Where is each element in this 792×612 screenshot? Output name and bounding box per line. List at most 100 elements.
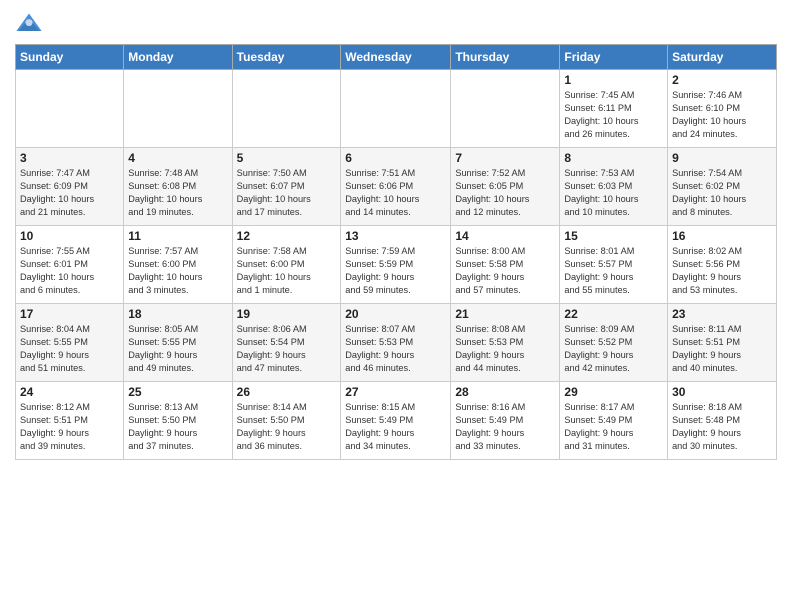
day-number: 8 bbox=[564, 151, 663, 165]
day-cell bbox=[232, 70, 341, 148]
day-info: Sunrise: 8:09 AM Sunset: 5:52 PM Dayligh… bbox=[564, 323, 663, 375]
day-number: 20 bbox=[345, 307, 446, 321]
weekday-header-row: SundayMondayTuesdayWednesdayThursdayFrid… bbox=[16, 45, 777, 70]
day-number: 3 bbox=[20, 151, 119, 165]
day-cell bbox=[16, 70, 124, 148]
day-number: 10 bbox=[20, 229, 119, 243]
day-number: 17 bbox=[20, 307, 119, 321]
day-info: Sunrise: 8:02 AM Sunset: 5:56 PM Dayligh… bbox=[672, 245, 772, 297]
day-info: Sunrise: 8:17 AM Sunset: 5:49 PM Dayligh… bbox=[564, 401, 663, 453]
day-info: Sunrise: 8:05 AM Sunset: 5:55 PM Dayligh… bbox=[128, 323, 227, 375]
day-cell: 6 Sunrise: 7:51 AM Sunset: 6:06 PM Daylig… bbox=[341, 148, 451, 226]
day-cell: 8 Sunrise: 7:53 AM Sunset: 6:03 PM Daylig… bbox=[560, 148, 668, 226]
day-info: Sunrise: 8:18 AM Sunset: 5:48 PM Dayligh… bbox=[672, 401, 772, 453]
day-cell: 3 Sunrise: 7:47 AM Sunset: 6:09 PM Daylig… bbox=[16, 148, 124, 226]
day-cell: 21 Sunrise: 8:08 AM Sunset: 5:53 PM Dayli… bbox=[451, 304, 560, 382]
day-number: 16 bbox=[672, 229, 772, 243]
weekday-header-friday: Friday bbox=[560, 45, 668, 70]
day-number: 7 bbox=[455, 151, 555, 165]
day-number: 30 bbox=[672, 385, 772, 399]
weekday-header-saturday: Saturday bbox=[668, 45, 777, 70]
weekday-header-monday: Monday bbox=[124, 45, 232, 70]
day-info: Sunrise: 7:47 AM Sunset: 6:09 PM Dayligh… bbox=[20, 167, 119, 219]
day-cell: 19 Sunrise: 8:06 AM Sunset: 5:54 PM Dayli… bbox=[232, 304, 341, 382]
day-cell: 26 Sunrise: 8:14 AM Sunset: 5:50 PM Dayli… bbox=[232, 382, 341, 460]
day-number: 14 bbox=[455, 229, 555, 243]
day-info: Sunrise: 8:14 AM Sunset: 5:50 PM Dayligh… bbox=[237, 401, 337, 453]
day-number: 26 bbox=[237, 385, 337, 399]
day-cell: 18 Sunrise: 8:05 AM Sunset: 5:55 PM Dayli… bbox=[124, 304, 232, 382]
day-number: 2 bbox=[672, 73, 772, 87]
day-cell bbox=[341, 70, 451, 148]
page-container: SundayMondayTuesdayWednesdayThursdayFrid… bbox=[0, 0, 792, 470]
day-number: 23 bbox=[672, 307, 772, 321]
calendar-table: SundayMondayTuesdayWednesdayThursdayFrid… bbox=[15, 44, 777, 460]
day-number: 29 bbox=[564, 385, 663, 399]
header bbox=[15, 10, 777, 38]
day-cell: 14Sunrise: 8:00 AM Sunset: 5:58 PM Dayli… bbox=[451, 226, 560, 304]
day-cell: 4 Sunrise: 7:48 AM Sunset: 6:08 PM Daylig… bbox=[124, 148, 232, 226]
day-info: Sunrise: 7:59 AM Sunset: 5:59 PM Dayligh… bbox=[345, 245, 446, 297]
day-number: 12 bbox=[237, 229, 337, 243]
day-cell: 7Sunrise: 7:52 AM Sunset: 6:05 PM Daylig… bbox=[451, 148, 560, 226]
weekday-header-thursday: Thursday bbox=[451, 45, 560, 70]
day-number: 15 bbox=[564, 229, 663, 243]
day-info: Sunrise: 8:12 AM Sunset: 5:51 PM Dayligh… bbox=[20, 401, 119, 453]
day-cell: 17 Sunrise: 8:04 AM Sunset: 5:55 PM Dayli… bbox=[16, 304, 124, 382]
day-info: Sunrise: 7:46 AM Sunset: 6:10 PM Dayligh… bbox=[672, 89, 772, 141]
day-info: Sunrise: 8:06 AM Sunset: 5:54 PM Dayligh… bbox=[237, 323, 337, 375]
day-number: 9 bbox=[672, 151, 772, 165]
day-number: 24 bbox=[20, 385, 119, 399]
day-cell: 25 Sunrise: 8:13 AM Sunset: 5:50 PM Dayli… bbox=[124, 382, 232, 460]
day-info: Sunrise: 7:53 AM Sunset: 6:03 PM Dayligh… bbox=[564, 167, 663, 219]
day-info: Sunrise: 7:45 AM Sunset: 6:11 PM Dayligh… bbox=[564, 89, 663, 141]
week-row-3: 10 Sunrise: 7:55 AM Sunset: 6:01 PM Dayli… bbox=[16, 226, 777, 304]
day-cell: 10 Sunrise: 7:55 AM Sunset: 6:01 PM Dayli… bbox=[16, 226, 124, 304]
day-cell: 20 Sunrise: 8:07 AM Sunset: 5:53 PM Dayli… bbox=[341, 304, 451, 382]
day-cell: 5Sunrise: 7:50 AM Sunset: 6:07 PM Daylig… bbox=[232, 148, 341, 226]
day-info: Sunrise: 7:54 AM Sunset: 6:02 PM Dayligh… bbox=[672, 167, 772, 219]
day-number: 18 bbox=[128, 307, 227, 321]
day-info: Sunrise: 8:13 AM Sunset: 5:50 PM Dayligh… bbox=[128, 401, 227, 453]
day-cell: 22 Sunrise: 8:09 AM Sunset: 5:52 PM Dayli… bbox=[560, 304, 668, 382]
day-number: 27 bbox=[345, 385, 446, 399]
day-info: Sunrise: 7:50 AM Sunset: 6:07 PM Dayligh… bbox=[237, 167, 337, 219]
day-number: 22 bbox=[564, 307, 663, 321]
day-cell: 24 Sunrise: 8:12 AM Sunset: 5:51 PM Dayli… bbox=[16, 382, 124, 460]
day-info: Sunrise: 7:48 AM Sunset: 6:08 PM Dayligh… bbox=[128, 167, 227, 219]
day-number: 28 bbox=[455, 385, 555, 399]
weekday-header-wednesday: Wednesday bbox=[341, 45, 451, 70]
logo bbox=[15, 10, 47, 38]
day-number: 1 bbox=[564, 73, 663, 87]
week-row-1: 1 Sunrise: 7:45 AM Sunset: 6:11 PM Daylig… bbox=[16, 70, 777, 148]
day-info: Sunrise: 8:01 AM Sunset: 5:57 PM Dayligh… bbox=[564, 245, 663, 297]
week-row-2: 3 Sunrise: 7:47 AM Sunset: 6:09 PM Daylig… bbox=[16, 148, 777, 226]
day-info: Sunrise: 8:08 AM Sunset: 5:53 PM Dayligh… bbox=[455, 323, 555, 375]
day-number: 21 bbox=[455, 307, 555, 321]
day-number: 19 bbox=[237, 307, 337, 321]
week-row-5: 24 Sunrise: 8:12 AM Sunset: 5:51 PM Dayli… bbox=[16, 382, 777, 460]
day-cell: 12 Sunrise: 7:58 AM Sunset: 6:00 PM Dayli… bbox=[232, 226, 341, 304]
day-info: Sunrise: 8:04 AM Sunset: 5:55 PM Dayligh… bbox=[20, 323, 119, 375]
day-cell: 2 Sunrise: 7:46 AM Sunset: 6:10 PM Daylig… bbox=[668, 70, 777, 148]
day-cell: 30 Sunrise: 8:18 AM Sunset: 5:48 PM Dayli… bbox=[668, 382, 777, 460]
day-info: Sunrise: 8:15 AM Sunset: 5:49 PM Dayligh… bbox=[345, 401, 446, 453]
day-info: Sunrise: 7:51 AM Sunset: 6:06 PM Dayligh… bbox=[345, 167, 446, 219]
day-info: Sunrise: 7:58 AM Sunset: 6:00 PM Dayligh… bbox=[237, 245, 337, 297]
day-cell: 23 Sunrise: 8:11 AM Sunset: 5:51 PM Dayli… bbox=[668, 304, 777, 382]
day-info: Sunrise: 8:07 AM Sunset: 5:53 PM Dayligh… bbox=[345, 323, 446, 375]
day-cell: 11Sunrise: 7:57 AM Sunset: 6:00 PM Dayli… bbox=[124, 226, 232, 304]
day-info: Sunrise: 8:11 AM Sunset: 5:51 PM Dayligh… bbox=[672, 323, 772, 375]
day-number: 11 bbox=[128, 229, 227, 243]
day-cell: 9 Sunrise: 7:54 AM Sunset: 6:02 PM Daylig… bbox=[668, 148, 777, 226]
day-info: Sunrise: 7:55 AM Sunset: 6:01 PM Dayligh… bbox=[20, 245, 119, 297]
week-row-4: 17 Sunrise: 8:04 AM Sunset: 5:55 PM Dayli… bbox=[16, 304, 777, 382]
day-cell: 1 Sunrise: 7:45 AM Sunset: 6:11 PM Daylig… bbox=[560, 70, 668, 148]
day-number: 4 bbox=[128, 151, 227, 165]
day-number: 25 bbox=[128, 385, 227, 399]
day-cell bbox=[124, 70, 232, 148]
day-cell: 15 Sunrise: 8:01 AM Sunset: 5:57 PM Dayli… bbox=[560, 226, 668, 304]
day-number: 13 bbox=[345, 229, 446, 243]
day-cell: 16 Sunrise: 8:02 AM Sunset: 5:56 PM Dayli… bbox=[668, 226, 777, 304]
day-number: 6 bbox=[345, 151, 446, 165]
